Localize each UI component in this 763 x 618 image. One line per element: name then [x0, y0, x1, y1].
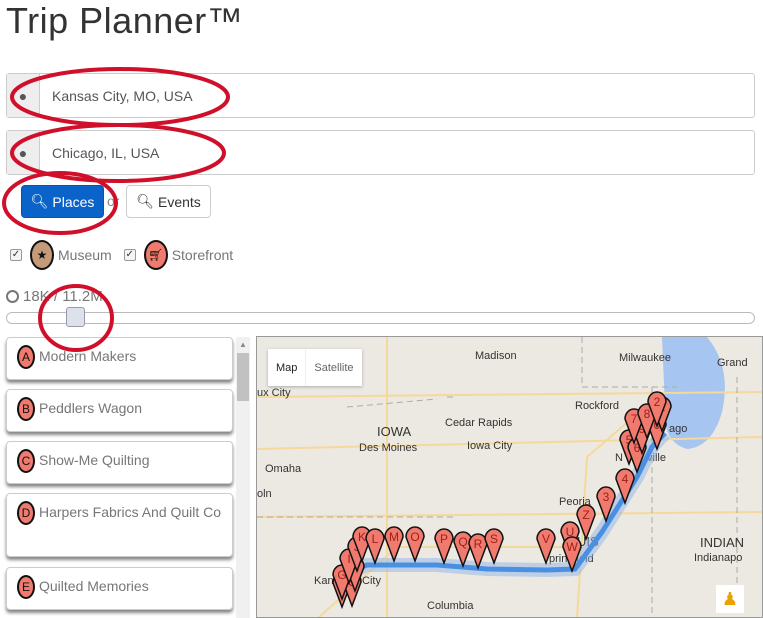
category-filters: ✓ ★ Museum ✓ 🛒︎ Storefront: [10, 240, 233, 270]
marker-label: Q: [458, 535, 467, 549]
marker-label: W: [566, 540, 578, 554]
marker-label: K: [358, 530, 366, 544]
range-slider[interactable]: [6, 312, 755, 324]
city-label: City: [362, 575, 381, 587]
city-label: Iowa City: [467, 440, 513, 452]
marker-label: P: [440, 532, 448, 546]
marker-icon: D: [17, 501, 35, 526]
marker-label: S: [490, 532, 498, 546]
street-view-pegman-icon[interactable]: ♟: [716, 585, 744, 613]
star-icon: ★: [30, 240, 54, 270]
map-type-map-button[interactable]: Map: [268, 349, 307, 386]
storefront-label: Storefront: [171, 247, 234, 263]
city-label: N: [615, 452, 623, 464]
map-type-satellite-button[interactable]: Satellite: [306, 349, 361, 386]
marker-icon: E: [17, 575, 35, 600]
city-label: Grand: [717, 357, 748, 369]
city-label: Des Moines: [359, 442, 418, 454]
marker-label: 3: [603, 490, 610, 504]
map-marker: P: [434, 528, 454, 566]
storefront-checkbox[interactable]: ✓: [123, 249, 136, 261]
map-marker-icon: ●: [7, 74, 40, 117]
origin-input[interactable]: ● Kansas City, MO, USA: [6, 73, 755, 118]
city-label: Indianapo: [694, 552, 742, 564]
marker-icon: B: [17, 397, 35, 422]
city-label: IOWA: [377, 424, 412, 439]
city-label: Madison: [475, 350, 517, 362]
state-border: [257, 396, 457, 518]
list-item[interactable]: C Show-Me Quilting: [6, 441, 233, 484]
events-label: Events: [157, 193, 201, 210]
place-name: Modern Makers: [39, 348, 137, 364]
marker-label: R: [474, 537, 483, 551]
slider-label: 18K / 11.2M: [6, 288, 103, 305]
destination-input[interactable]: ● Chicago, IL, USA: [6, 130, 755, 175]
place-name: Peddlers Wagon: [39, 400, 142, 416]
museum-label: Museum: [58, 247, 112, 263]
cart-icon: 🛒︎: [143, 240, 168, 270]
city-label: ux City: [257, 387, 291, 399]
map-type-control: Map Satellite: [268, 349, 362, 386]
destination-value: Chicago, IL, USA: [52, 144, 160, 161]
list-item[interactable]: B Peddlers Wagon: [6, 389, 233, 432]
map[interactable]: Madison Milwaukee Grand Rockford ago Cedar Ra…: [256, 336, 763, 618]
search-icon: 🔍︎: [30, 193, 49, 209]
city-label: Milwaukee: [619, 352, 671, 364]
road: [257, 511, 762, 518]
marker-icon: C: [17, 449, 35, 474]
map-marker: L: [365, 528, 385, 566]
slider-handle[interactable]: [66, 307, 85, 327]
origin-value: Kansas City, MO, USA: [52, 87, 193, 104]
search-icon: 🔍︎: [136, 193, 154, 209]
city-label: ago: [669, 423, 687, 435]
marker-label: V: [542, 532, 550, 546]
city-label: Cedar Rapids: [445, 417, 513, 429]
scroll-up-icon[interactable]: ▲: [239, 340, 247, 349]
marker-label: 2: [654, 395, 661, 409]
map-marker-icon: ●: [7, 131, 40, 174]
map-marker: S: [484, 528, 504, 566]
marker-label: 7: [631, 412, 638, 426]
city-label: Rockford: [575, 400, 619, 412]
slider-value: 18K / 11.2M: [23, 288, 103, 305]
scrollbar-thumb[interactable]: [237, 353, 249, 401]
place-name: Harpers Fabrics And Quilt Co: [39, 504, 222, 520]
events-button[interactable]: 🔍︎ Events: [126, 185, 211, 218]
city-label: Omaha: [265, 463, 302, 475]
list-item[interactable]: D Harpers Fabrics And Quilt Co: [6, 493, 233, 557]
places-label: Places: [52, 193, 95, 210]
marker-label: M: [389, 530, 399, 544]
list-item[interactable]: A Modern Makers: [6, 337, 233, 380]
city-label: Columbia: [427, 600, 474, 612]
places-button[interactable]: 🔍︎ Places: [21, 185, 104, 218]
museum-checkbox[interactable]: ✓: [10, 249, 22, 261]
page-title: Trip Planner™: [6, 0, 244, 41]
marker-label: Z: [582, 508, 589, 522]
or-label: or: [107, 193, 120, 209]
marker-label: O: [410, 530, 419, 544]
marker-label: L: [372, 532, 379, 546]
map-marker: O: [405, 526, 425, 564]
place-name: Show-Me Quilting: [39, 452, 150, 468]
radio-icon[interactable]: [6, 290, 19, 303]
marker-icon: A: [17, 345, 35, 370]
city-label: Kan: [314, 575, 334, 587]
marker-label: 8: [644, 407, 651, 421]
marker-label: 4: [622, 472, 629, 486]
list-item[interactable]: E Quilted Memories: [6, 567, 233, 610]
place-name: Quilted Memories: [39, 578, 149, 594]
city-label: oln: [257, 488, 272, 500]
city-label: INDIAN: [700, 535, 744, 550]
list-scrollbar[interactable]: ▲: [236, 337, 250, 618]
